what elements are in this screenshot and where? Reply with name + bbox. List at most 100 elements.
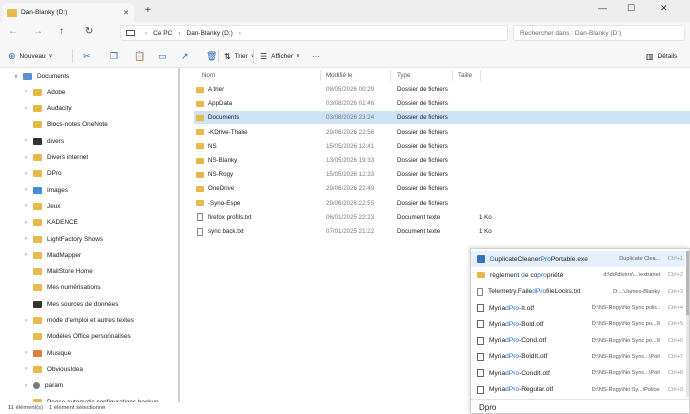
chevron-icon[interactable]: › xyxy=(22,203,30,209)
chevron-icon[interactable]: › xyxy=(22,383,30,389)
address-bar[interactable]: › Ce PC › Dan-Blanky (D:) › xyxy=(120,25,508,41)
search-result-row[interactable]: Telemetry.FailedProfileLocks.txt D:...\Ja… xyxy=(471,284,685,300)
search-result-row[interactable]: MyriadPro-CondIt.otf D:\NS-Rogy\No Sync..… xyxy=(471,365,685,381)
delete-icon[interactable]: 🗑 xyxy=(206,49,217,63)
file-name: A trier xyxy=(208,86,225,93)
chevron-icon[interactable]: › xyxy=(22,318,30,324)
nav-item[interactable]: Mes numérisations xyxy=(0,280,178,296)
refresh-icon[interactable]: ↻ xyxy=(85,26,93,37)
nav-item[interactable]: › Images xyxy=(0,182,178,198)
nav-item[interactable]: ∨ Documents xyxy=(0,68,178,84)
nav-item[interactable]: › Musique xyxy=(0,345,178,361)
search-result-row[interactable]: MyriadPro-Cond.otf D:\NS-Rogy\No Sync po.… xyxy=(471,333,685,349)
nav-item[interactable]: › ObviousIdea xyxy=(0,361,178,377)
nav-item-label: LightFactory Shows xyxy=(47,235,104,243)
view-button[interactable]: ☰ Afficher ∨ xyxy=(260,49,300,63)
details-button[interactable]: ▥ Détails xyxy=(646,49,677,63)
column-type[interactable]: Type xyxy=(397,68,410,82)
column-name[interactable]: Nom xyxy=(202,68,215,82)
paste-icon[interactable]: 📋 xyxy=(134,49,145,63)
back-arrow-icon[interactable]: ← xyxy=(8,26,18,37)
popup-scrollbar[interactable] xyxy=(686,251,689,397)
view-icon: ☰ xyxy=(260,51,268,61)
nav-item[interactable]: Mes sources de données xyxy=(0,296,178,312)
chevron-icon[interactable]: › xyxy=(22,220,30,226)
chevron-icon[interactable]: ∨ xyxy=(12,73,20,80)
breadcrumb-this-pc[interactable]: Ce PC xyxy=(153,30,172,37)
nav-item[interactable]: › Adobe xyxy=(0,84,178,100)
nav-item-label: param xyxy=(45,382,64,390)
share-icon[interactable]: ↗ xyxy=(181,49,189,63)
rename-icon[interactable]: ▭ xyxy=(158,49,167,63)
chevron-icon[interactable]: › xyxy=(22,106,30,112)
chevron-icon[interactable]: › xyxy=(22,89,30,95)
search-result-row[interactable]: MyriadPro-Regular.otf D:\NS-Rogy\No Sy...… xyxy=(471,381,685,397)
chevron-icon[interactable]: › xyxy=(22,252,30,258)
column-size[interactable]: Taille xyxy=(458,68,472,82)
nav-item[interactable]: MailStore Home xyxy=(0,264,178,280)
nav-item[interactable]: › KADENCE xyxy=(0,215,178,231)
breadcrumb-drive[interactable]: Dan-Blanky (D:) xyxy=(187,30,233,37)
navigation-scrollbar[interactable] xyxy=(178,68,180,402)
chevron-icon[interactable]: › xyxy=(22,187,30,193)
file-row[interactable]: sync back.txt 07/01/2025 21:22 Document te… xyxy=(194,225,690,238)
search-result-row[interactable]: règlement de copropriété d:\dd\divers\...… xyxy=(471,267,685,283)
result-shortcut: Ctrl+2 xyxy=(667,272,683,279)
search-result-row[interactable]: MyriadPro-BoldIt.otf D:\NS-Rogy\No Sync..… xyxy=(471,349,685,365)
new-tab-button[interactable]: + xyxy=(145,5,151,16)
nav-item-label: Blocs-notes OneNote xyxy=(47,121,108,129)
nav-item[interactable]: Peace automatic configurations backup xyxy=(0,394,178,402)
file-row[interactable]: Documents 03/08/2026 23:24 Dossier de fich… xyxy=(194,111,690,125)
search-result-row[interactable]: MyriadPro-It.otf D:\NS-Rogy\No Sync polic… xyxy=(471,300,685,316)
file-row[interactable]: -KDrive-Thalie 29/06/2026 22:56 Dossier de… xyxy=(194,126,690,139)
file-type: Dossier de fichiers xyxy=(397,86,448,93)
nav-item[interactable]: › Audacity xyxy=(0,101,178,117)
nav-item[interactable]: › Jeux xyxy=(0,198,178,214)
folder-icon xyxy=(33,317,42,324)
nav-item[interactable]: › LightFactory Shows xyxy=(0,231,178,247)
file-row[interactable]: NS 15/05/2026 12:41 Dossier de fichiers xyxy=(194,140,690,153)
more-options-button[interactable]: ··· xyxy=(312,49,320,63)
up-arrow-icon[interactable]: ↑ xyxy=(59,26,64,37)
copy-icon[interactable]: ❐ xyxy=(110,49,118,63)
file-row[interactable]: firefox profils.txt 06/01/2025 22:23 Docum… xyxy=(194,211,690,224)
chevron-icon[interactable]: › xyxy=(22,236,30,242)
tab-drive[interactable]: Dan-Blanky (D:) ✕ xyxy=(2,3,134,22)
maximize-button[interactable]: ☐ xyxy=(627,3,635,14)
forward-arrow-icon[interactable]: → xyxy=(33,26,43,37)
file-row[interactable]: A trier 08/05/2026 00:29 Dossier de fichie… xyxy=(194,83,690,96)
nav-item[interactable]: Modèles Office personnalisés xyxy=(0,329,178,345)
nav-item[interactable]: › divers xyxy=(0,133,178,149)
close-tab-icon[interactable]: ✕ xyxy=(123,9,129,17)
nav-item[interactable]: › MadMapper xyxy=(0,247,178,263)
file-row[interactable]: -Syno-Espe 29/06/2026 22:55 Dossier de fic… xyxy=(194,197,690,210)
chevron-icon[interactable]: › xyxy=(22,350,30,356)
minimize-button[interactable]: — xyxy=(598,3,607,13)
file-row[interactable]: NS-Blanky 13/05/2026 19:33 Dossier de fich… xyxy=(194,154,690,167)
nav-item[interactable]: Blocs-notes OneNote xyxy=(0,117,178,133)
nav-item[interactable]: › mode d'emploi et autres textes xyxy=(0,313,178,329)
folder-icon xyxy=(33,137,42,145)
file-row[interactable]: OneDrive 29/06/2026 22:49 Dossier de fichi… xyxy=(194,182,690,195)
result-shortcut: Ctrl+6 xyxy=(667,337,683,344)
search-result-row[interactable]: MyriadPro-Bold.otf D:\NS-Rogy\No Sync po.… xyxy=(471,316,685,332)
close-window-button[interactable]: ✕ xyxy=(660,3,668,14)
search-result-row[interactable]: DuplicateCleanerProPortable.exe Duplicate… xyxy=(471,251,685,268)
chevron-icon[interactable]: › xyxy=(22,171,30,177)
new-button[interactable]: ⊕ Nouveau ∨ xyxy=(8,49,52,63)
cut-icon[interactable]: ✂ xyxy=(83,49,91,63)
nav-item-label: Musique xyxy=(47,349,72,357)
chevron-icon[interactable]: › xyxy=(22,366,30,372)
file-modified: 15/05/2026 12:41 xyxy=(326,142,375,150)
chevron-icon[interactable]: › xyxy=(22,155,30,161)
chevron-icon[interactable]: › xyxy=(22,138,30,144)
nav-item[interactable]: › param xyxy=(0,378,178,394)
nav-item[interactable]: › DPro xyxy=(0,166,178,182)
file-row[interactable]: NS-Rogy 15/05/2026 12:33 Dossier de fichie… xyxy=(194,168,690,181)
column-modified[interactable]: Modifié le xyxy=(326,68,352,82)
file-row[interactable]: AppData 03/08/2026 01:46 Dossier de fichie… xyxy=(194,97,690,110)
search-input[interactable]: Rechercher dans : Dan-Blanky (D:) xyxy=(513,25,685,41)
popup-search-input[interactable]: Dpro xyxy=(471,399,689,414)
sort-button[interactable]: ⇅ Trier ∨ xyxy=(224,49,255,63)
nav-item[interactable]: › Divers internet xyxy=(0,150,178,166)
